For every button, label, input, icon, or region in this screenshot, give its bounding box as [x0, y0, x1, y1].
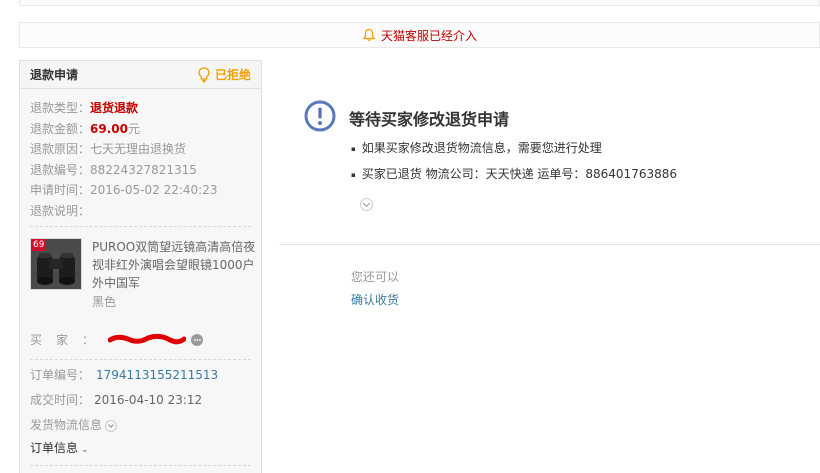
buyer-row: 买家： [30, 331, 204, 348]
field-apply-time: 申请时间：2016-05-02 22:40:23 [30, 180, 251, 201]
deal-time-label: 成交时间： [30, 393, 91, 407]
notice-bar: 天猫客服已经介入 [19, 22, 820, 48]
field-refund-number: 退款编号：88224327821315 [30, 160, 251, 181]
field-label: 退款类型： [30, 101, 91, 115]
refund-amount-value: 69.00 [90, 121, 128, 136]
refund-status: 已拒绝 [197, 66, 251, 83]
divider [30, 226, 251, 227]
status-title: 等待买家修改退货申请 [349, 110, 510, 129]
chat-icon[interactable] [190, 333, 204, 347]
notice-text: 天猫客服已经介入 [380, 28, 477, 43]
shipping-info-label[interactable]: 发货物流信息 [30, 418, 102, 432]
order-number-link[interactable]: 1794113155211513 [96, 368, 218, 382]
chevron-down-icon[interactable] [105, 419, 118, 432]
product-thumbnail[interactable]: 69 [30, 238, 82, 290]
apply-time-value: 2016-05-02 22:40:23 [90, 183, 218, 197]
buyer-label: 买家： [30, 333, 109, 347]
currency-unit: 元 [127, 121, 140, 136]
order-number-label: 订单编号： [30, 368, 91, 382]
field-label: 申请时间： [30, 183, 91, 197]
field-refund-reason: 退款原因：七天无理由退换货 [30, 139, 251, 160]
product-card: 69 PUROO双筒望远镜高清高倍夜视非红外演唱会望眼镜1000户外中国军 黑色 [30, 238, 255, 318]
bullet-item: 如果买家修改退货物流信息，需要您进行处理 [351, 140, 677, 166]
main-panel: 等待买家修改退货申请 如果买家修改退货物流信息，需要您进行处理 买家已退货 物流… [262, 60, 820, 473]
buyer-name-redacted [108, 333, 187, 347]
price-tag: 69 [31, 239, 47, 251]
field-label: 退款说明： [30, 203, 91, 218]
product-color: 黑色 [92, 295, 117, 309]
action-hint: 您还可以 [351, 270, 400, 284]
order-number-row: 订单编号： 1794113155211513 [30, 366, 218, 383]
product-title[interactable]: PUROO双筒望远镜高清高倍夜视非红外演唱会望眼镜1000户外中国军 [92, 238, 257, 292]
caret-down-icon[interactable]: ⌄ [81, 445, 89, 455]
field-label: 退款原因： [30, 142, 91, 156]
field-refund-amount: 退款金额：69.00元 [30, 119, 251, 140]
lightbulb-icon [198, 66, 210, 83]
confirm-receipt-link[interactable]: 确认收货 [351, 291, 399, 308]
refund-status-label: 已拒绝 [214, 68, 251, 82]
field-refund-note: 退款说明： [30, 201, 251, 222]
status-bullets: 如果买家修改退货物流信息，需要您进行处理 买家已退货 物流公司：天天快递 运单号… [351, 140, 677, 192]
divider [30, 359, 251, 360]
bullet-item: 买家已退货 物流公司：天天快递 运单号：886401763886 [351, 166, 677, 192]
deal-time-value: 2016-04-10 23:12 [94, 393, 203, 407]
order-info-toggle[interactable]: 订单信息 ⌄ [30, 439, 89, 456]
refund-sidebar: 退款申请 已拒绝 退款类型：退货退款 退款金额：69.00元 退款原因：七天无理… [19, 60, 262, 473]
deal-time-row: 成交时间： 2016-04-10 23:12 [30, 391, 202, 408]
order-info-label[interactable]: 订单信息 [30, 441, 78, 455]
refund-header: 退款申请 已拒绝 [20, 61, 261, 89]
refund-info: 退款类型：退货退款 退款金额：69.00元 退款原因：七天无理由退换货 退款编号… [20, 89, 261, 221]
field-label: 退款编号： [30, 162, 91, 177]
field-label: 退款金额： [30, 121, 91, 136]
exclamation-circle-icon [304, 100, 336, 132]
refund-title: 退款申请 [30, 68, 79, 82]
divider [30, 465, 251, 466]
shipping-info-row[interactable]: 发货物流信息 [30, 416, 118, 433]
refund-reason-value: 七天无理由退换货 [90, 142, 187, 156]
redaction-scribble [108, 333, 187, 344]
top-strip [19, 0, 820, 6]
refund-type-value: 退货退款 [90, 101, 139, 115]
bell-icon [362, 28, 376, 41]
divider [279, 244, 820, 245]
field-refund-type: 退款类型：退货退款 [30, 98, 251, 119]
expand-toggle-icon[interactable] [360, 198, 373, 211]
refund-number-value: 88224327821315 [90, 162, 197, 177]
